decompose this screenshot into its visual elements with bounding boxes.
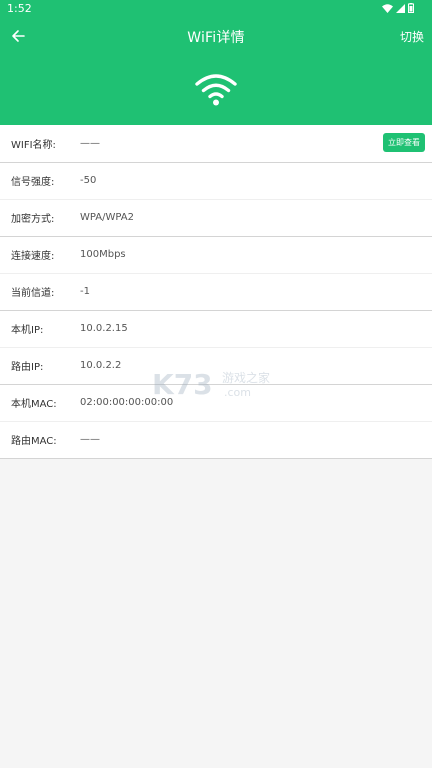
- signal-group: 信号强度: -50 加密方式: WPA/WPA2: [0, 163, 432, 237]
- switch-button[interactable]: 切换: [400, 28, 424, 45]
- watermark-brand: K73: [152, 368, 213, 400]
- router-ip-value: 10.0.2.2: [80, 360, 122, 372]
- watermark-text: 游戏之家: [222, 370, 270, 385]
- encryption-row: 加密方式: WPA/WPA2: [0, 199, 432, 236]
- channel-label: 当前信道:: [11, 288, 55, 300]
- signal-value: -50: [80, 175, 97, 187]
- encryption-value: WPA/WPA2: [80, 212, 134, 224]
- channel-row: 当前信道: -1: [0, 273, 432, 310]
- local-ip-row: 本机IP: 10.0.2.15: [0, 311, 432, 348]
- wifi-details-list: WIFI名称: —— 立即查看 信号强度: -50 加密方式: WPA/WPA2…: [0, 125, 432, 459]
- cellular-signal-icon: [396, 3, 405, 13]
- signal-label: 信号强度:: [11, 177, 55, 189]
- local-ip-label: 本机IP:: [11, 325, 44, 337]
- router-mac-label: 路由MAC:: [11, 436, 57, 448]
- speed-value: 100Mbps: [80, 249, 126, 261]
- wifi-name-group: WIFI名称: —— 立即查看: [0, 125, 432, 163]
- local-ip-value: 10.0.2.15: [80, 323, 128, 335]
- router-ip-label: 路由IP:: [11, 362, 44, 374]
- router-mac-row: 路由MAC: ——: [0, 421, 432, 458]
- page-title: WiFi详情: [187, 30, 245, 46]
- speed-row: 连接速度: 100Mbps: [0, 237, 432, 274]
- app-bar: WiFi详情 切换: [0, 22, 432, 52]
- wifi-name-row: WIFI名称: —— 立即查看: [0, 125, 432, 162]
- battery-icon: [408, 3, 414, 13]
- channel-value: -1: [80, 286, 90, 298]
- encryption-label: 加密方式:: [11, 214, 55, 226]
- connection-group: 连接速度: 100Mbps 当前信道: -1: [0, 237, 432, 311]
- local-mac-label: 本机MAC:: [11, 399, 57, 411]
- signal-row: 信号强度: -50: [0, 163, 432, 200]
- watermark-domain: .com: [224, 386, 251, 399]
- wifi-status-icon: [382, 3, 393, 13]
- speed-label: 连接速度:: [11, 251, 55, 263]
- k73-watermark-logo: K73 游戏之家 .com: [152, 368, 270, 400]
- wifi-name-value: ——: [80, 137, 100, 149]
- status-time: 1:52: [7, 2, 32, 15]
- header: 1:52 WiFi详情 切换: [0, 0, 432, 125]
- view-now-button[interactable]: 立即查看: [383, 133, 425, 152]
- router-mac-value: ——: [80, 434, 100, 446]
- wifi-name-label: WIFI名称:: [11, 139, 56, 151]
- status-bar: 1:52: [0, 0, 432, 18]
- status-icons: [382, 3, 414, 13]
- wifi-icon: [195, 74, 237, 106]
